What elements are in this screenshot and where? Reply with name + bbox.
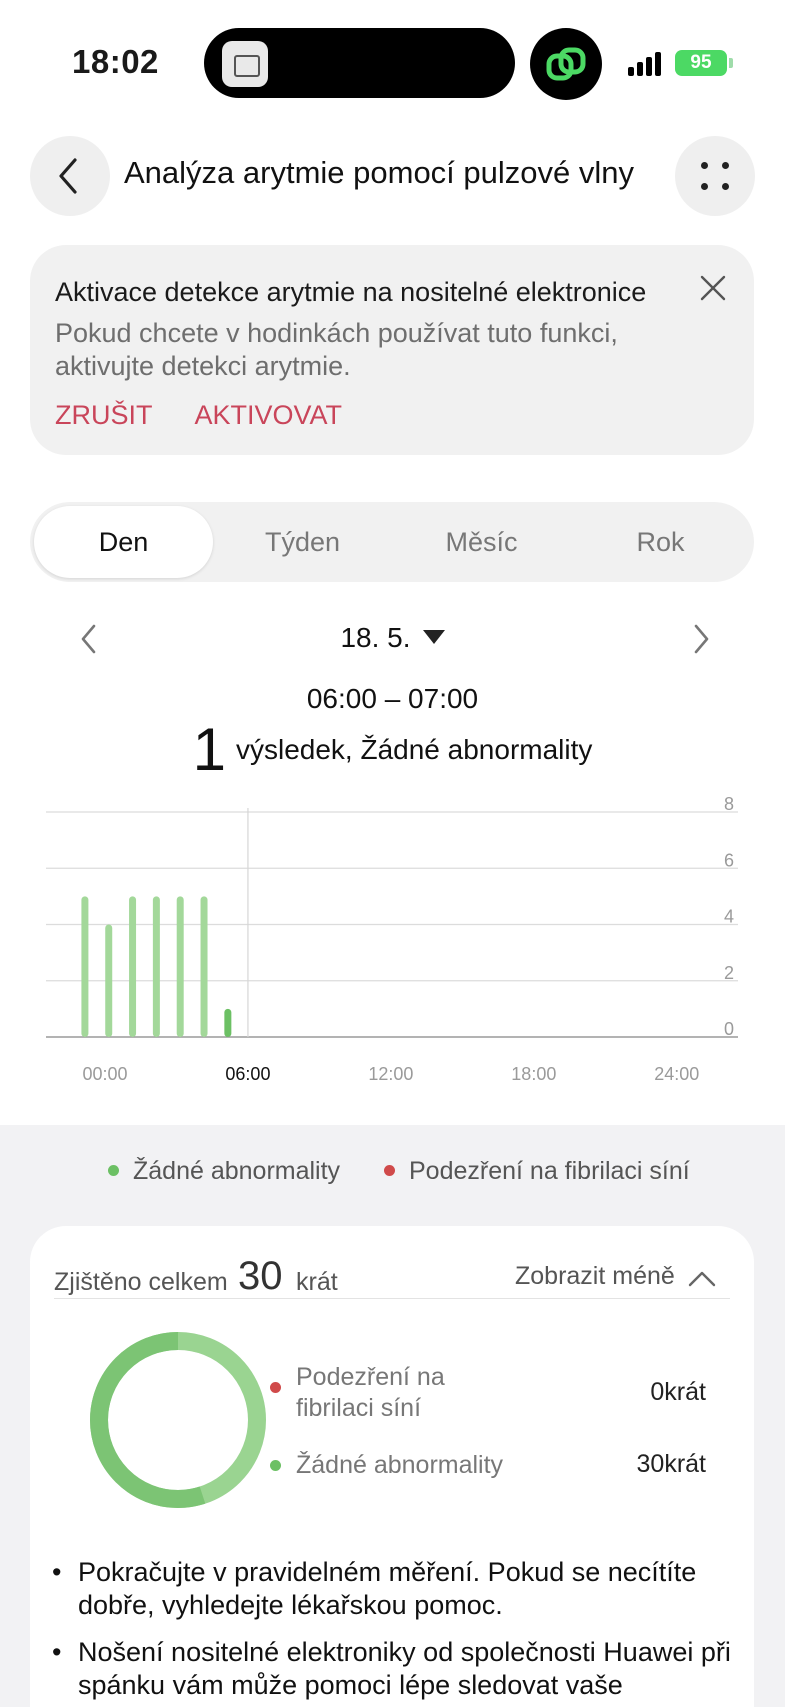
y-tick-label: 8 bbox=[724, 794, 734, 814]
signal-icon bbox=[628, 52, 664, 76]
x-tick-label: 24:00 bbox=[654, 1064, 699, 1084]
total-value: 30 bbox=[238, 1254, 283, 1298]
stat-dot bbox=[270, 1382, 281, 1393]
show-less-label: Zobrazit méně bbox=[515, 1262, 675, 1290]
legend-dot bbox=[384, 1164, 395, 1176]
live-activity-app-icon bbox=[222, 41, 268, 87]
chevron-up-icon bbox=[688, 1271, 716, 1287]
stat-value-normal: 30krát bbox=[636, 1450, 706, 1478]
total-unit: krát bbox=[296, 1268, 338, 1296]
total-label: Zjištěno celkem bbox=[54, 1268, 228, 1296]
y-tick-label: 0 bbox=[724, 1019, 734, 1039]
activate-button[interactable]: AKTIVOVAT bbox=[195, 400, 343, 430]
status-bar: 18:02 95 bbox=[0, 0, 785, 120]
status-time: 18:02 bbox=[72, 43, 159, 80]
period-tabs: Den Týden Měsíc Rok bbox=[30, 502, 754, 582]
cancel-button[interactable]: ZRUŠIT bbox=[55, 400, 153, 430]
stat-dot bbox=[270, 1460, 281, 1471]
divider bbox=[54, 1298, 730, 1299]
caret-down-icon bbox=[422, 629, 445, 644]
stat-value-afib: 0krát bbox=[650, 1378, 706, 1406]
more-options-button[interactable] bbox=[675, 136, 755, 216]
banner-text: Pokud chcete v hodinkách používat tuto f… bbox=[55, 318, 618, 381]
date-picker[interactable]: 18. 5. bbox=[0, 622, 785, 654]
stat-label: Žádné abnormality bbox=[296, 1451, 504, 1479]
stat-row-afib: Podezření na fibrilaci síní bbox=[270, 1362, 486, 1424]
legend-label: Podezření na fibrilaci síní bbox=[409, 1157, 690, 1185]
bar bbox=[176, 896, 184, 1037]
bar bbox=[200, 896, 208, 1037]
page-title: Analýza arytmie pomocí pulzové vlny bbox=[124, 155, 635, 190]
tip-item: Pokračujte v pravidelném měření. Pokud s… bbox=[50, 1556, 740, 1622]
dynamic-island[interactable] bbox=[204, 28, 515, 98]
tip-item: Nošení nositelné elektroniky od společno… bbox=[50, 1636, 740, 1702]
bar bbox=[81, 896, 89, 1037]
x-tick-label: 06:00 bbox=[225, 1064, 270, 1084]
stat-row-normal: Žádné abnormality bbox=[270, 1450, 504, 1481]
tab-year[interactable]: Rok bbox=[571, 506, 750, 578]
bar bbox=[129, 896, 137, 1037]
battery-icon: 95 bbox=[675, 50, 727, 76]
bar bbox=[224, 1008, 232, 1037]
legend-item-afib: Podezření na fibrilaci síní bbox=[384, 1157, 690, 1186]
stat-label: Podezření na fibrilaci síní bbox=[296, 1363, 445, 1422]
show-less-button[interactable]: Zobrazit méně bbox=[515, 1262, 716, 1291]
next-day-icon[interactable] bbox=[686, 622, 716, 656]
bar bbox=[152, 896, 160, 1037]
result-count: 1 bbox=[192, 716, 226, 783]
chain-link-icon[interactable] bbox=[530, 28, 602, 100]
tab-week[interactable]: Týden bbox=[213, 506, 392, 578]
legend-label: Žádné abnormality bbox=[133, 1157, 341, 1185]
result-text: výsledek, Žádné abnormality bbox=[235, 733, 593, 765]
bar bbox=[105, 924, 113, 1037]
legend-dot bbox=[108, 1164, 119, 1176]
x-tick-label: 00:00 bbox=[82, 1064, 127, 1084]
back-button[interactable] bbox=[30, 136, 110, 216]
arrhythmia-bar-chart[interactable]: 8 6 4 2 0 00:00 06:00 12:00 18:00 24:00 bbox=[0, 790, 785, 1090]
tab-month[interactable]: Měsíc bbox=[392, 506, 571, 578]
x-tick-label: 12:00 bbox=[368, 1064, 413, 1084]
y-tick-label: 6 bbox=[724, 850, 734, 870]
close-icon[interactable] bbox=[698, 273, 728, 303]
chevron-left-icon bbox=[59, 158, 77, 194]
selected-date: 18. 5. bbox=[340, 622, 411, 653]
tab-day[interactable]: Den bbox=[34, 506, 213, 578]
x-tick-label: 18:00 bbox=[511, 1064, 556, 1084]
distribution-donut-chart bbox=[90, 1332, 266, 1508]
selected-range: 06:00 – 07:00 bbox=[306, 683, 479, 714]
selection-summary: 1 výsledek, Žádné abnormality bbox=[0, 715, 785, 784]
legend-item-normal: Žádné abnormality bbox=[108, 1157, 340, 1186]
tips-list: Pokračujte v pravidelném měření. Pokud s… bbox=[50, 1556, 740, 1707]
banner-title: Aktivace detekce arytmie na nositelné el… bbox=[55, 277, 647, 307]
activation-banner: Aktivace detekce arytmie na nositelné el… bbox=[30, 245, 754, 455]
y-tick-label: 4 bbox=[724, 907, 734, 927]
battery-level: 95 bbox=[690, 52, 712, 73]
y-tick-label: 2 bbox=[724, 963, 734, 983]
